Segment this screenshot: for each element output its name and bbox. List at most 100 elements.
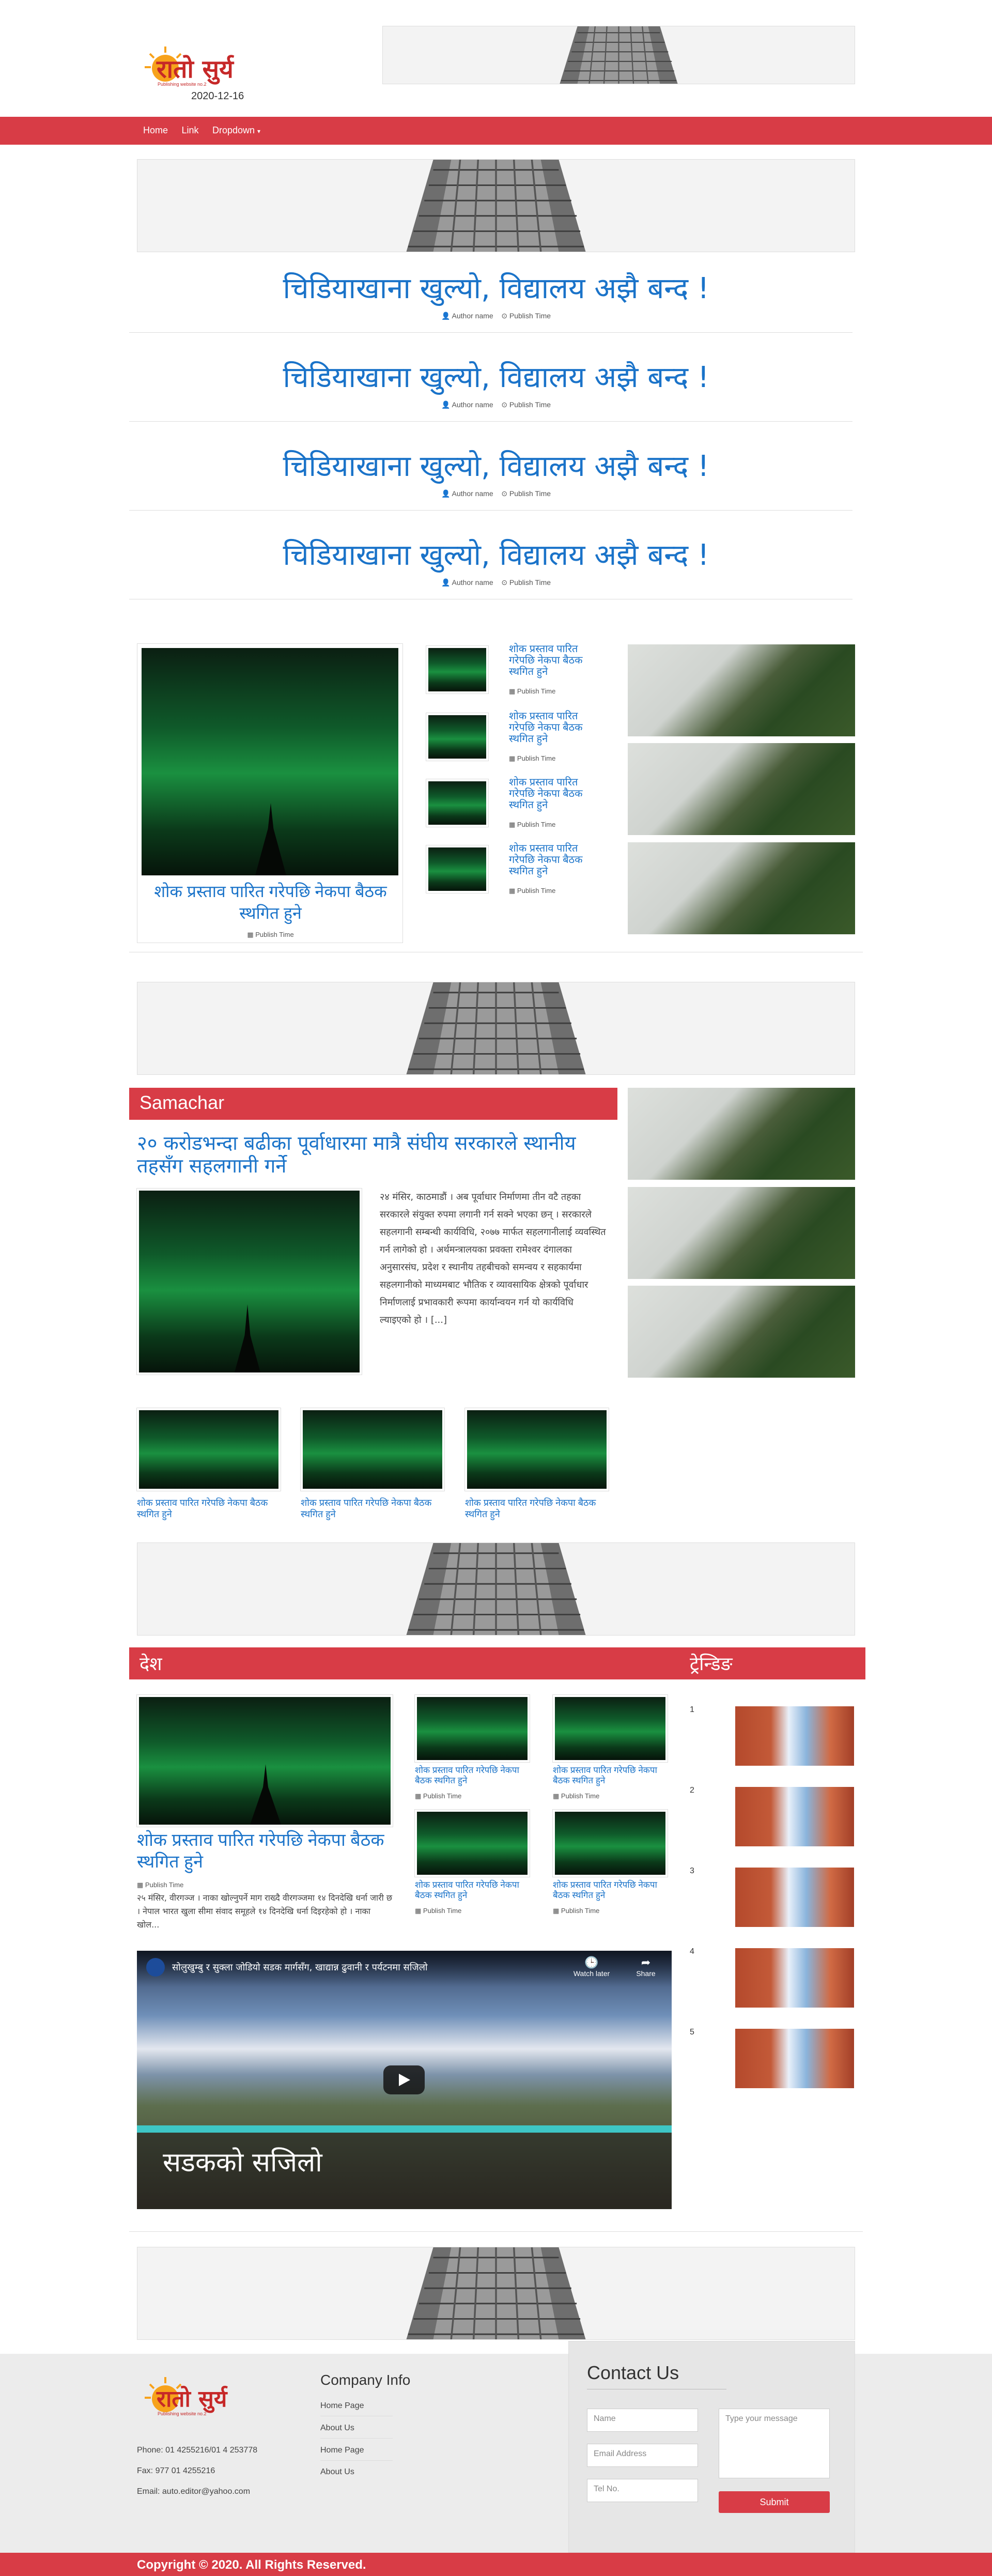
- card-title[interactable]: शोक प्रस्ताव पारित गरेपछि नेकपा बैठक स्थ…: [301, 1497, 444, 1520]
- watch-later-button[interactable]: 🕒 Watch later: [566, 1956, 617, 1978]
- footer-link[interactable]: Home Page: [320, 2401, 364, 2411]
- submit-button[interactable]: Submit: [719, 2491, 830, 2513]
- samachar-body: २४ मंसिर, काठमाडौं । अब पूर्वाधार निर्मा…: [380, 1192, 606, 1325]
- trending-thumb: [735, 1948, 854, 2008]
- site-logo[interactable]: रातो सुर्य Publishing website no.2: [137, 36, 261, 88]
- video-title[interactable]: सोलुखुम्बु र सुक्ला जोडियो सडक मार्गसँग,…: [172, 1961, 428, 1973]
- headline-meta: 👤 Author name ⊙ Publish Time: [0, 489, 992, 498]
- desh-lead[interactable]: शोक प्रस्ताव पारित गरेपछि नेकपा बैठक स्थ…: [136, 1694, 393, 1899]
- headline-title[interactable]: चिडियाखाना खुल्यो, विद्यालय अझै बन्द !: [0, 534, 992, 574]
- trending-list: 1 2 3 4 5: [690, 1700, 860, 2093]
- nav-home[interactable]: Home: [143, 125, 168, 135]
- side-news-title[interactable]: शोक प्रस्ताव पारित गरेपछि नेकपा बैठक स्थ…: [509, 643, 597, 677]
- card-thumb: [464, 1408, 609, 1491]
- channel-avatar[interactable]: [146, 1958, 165, 1977]
- divider: [320, 2438, 393, 2439]
- ad-image[interactable]: [628, 644, 855, 736]
- desh-grid-item[interactable]: शोक प्रस्ताव पारित गरेपछि नेकपा बैठक स्थ…: [414, 1694, 534, 1803]
- footer-logo[interactable]: रातो सुर्य Publishing website no.2: [137, 2367, 261, 2424]
- share-button[interactable]: ➦ Share: [628, 1956, 664, 1978]
- message-textarea[interactable]: Type your message: [719, 2409, 830, 2478]
- footer-link[interactable]: About Us: [320, 2467, 354, 2477]
- headline-title[interactable]: चिडियाखाना खुल्यो, विद्यालय अझै बन्द !: [0, 357, 992, 396]
- samachar-title[interactable]: २० करोडभन्दा बढीका पूर्वाधारमा मात्रै सं…: [137, 1132, 602, 1177]
- card-thumb: [300, 1408, 445, 1491]
- ad-banner-top[interactable]: [137, 159, 855, 252]
- ad-banner-lower[interactable]: [137, 1542, 855, 1636]
- tel-input[interactable]: Tel No.: [587, 2479, 698, 2502]
- card-title[interactable]: शोक प्रस्ताव पारित गरेपछि नेकपा बैठक स्थ…: [137, 1497, 281, 1520]
- grid-thumb: [414, 1694, 530, 1763]
- footer-link[interactable]: Home Page: [320, 2446, 364, 2455]
- card-title[interactable]: शोक प्रस्ताव पारित गरेपछि नेकपा बैठक स्थ…: [465, 1497, 609, 1520]
- play-button[interactable]: [383, 2065, 425, 2094]
- ad-image[interactable]: [628, 1187, 855, 1279]
- samachar-card[interactable]: शोक प्रस्ताव पारित गरेपछि नेकपा बैठक स्थ…: [136, 1408, 282, 1532]
- desh-grid-item[interactable]: शोक प्रस्ताव पारित गरेपछि नेकपा बैठक स्थ…: [552, 1694, 672, 1803]
- side-news-item[interactable]: शोक प्रस्ताव पारित गरेपछि नेकपा बैठक स्थ…: [424, 777, 599, 839]
- grid-time: ▦ Publish Time: [553, 1907, 600, 1915]
- play-icon: [399, 2074, 410, 2086]
- featured-card[interactable]: शोक प्रस्ताव पारित गरेपछि नेकपा बैठक स्थ…: [137, 643, 403, 943]
- ad-image[interactable]: [628, 1088, 855, 1180]
- email-input[interactable]: Email Address: [587, 2444, 698, 2467]
- samachar-image: [136, 1188, 362, 1375]
- headline-title[interactable]: चिडियाखाना खुल्यो, विद्यालय अझै बन्द !: [0, 268, 992, 307]
- nav-dropdown[interactable]: Dropdown ▾: [212, 125, 260, 135]
- nav-link[interactable]: Link: [181, 125, 198, 135]
- contact-title: Contact Us: [587, 2362, 679, 2383]
- grid-title[interactable]: शोक प्रस्ताव पारित गरेपछि नेकपा बैठक स्थ…: [415, 1880, 534, 1901]
- user-icon: 👤: [441, 400, 451, 409]
- trending-thumb: [735, 1868, 854, 1927]
- name-input[interactable]: Name: [587, 2409, 698, 2432]
- trending-item[interactable]: 1: [690, 1700, 860, 1766]
- author-name: Author name: [452, 578, 493, 587]
- featured-title[interactable]: शोक प्रस्ताव पारित गरेपछि नेकपा बैठक स्थ…: [143, 881, 398, 924]
- divider: [129, 421, 853, 422]
- grid-title[interactable]: शोक प्रस्ताव पारित गरेपछि नेकपा बैठक स्थ…: [553, 1765, 672, 1786]
- desh-lead-title[interactable]: शोक प्रस्ताव पारित गरेपछि नेकपा बैठक स्थ…: [137, 1829, 393, 1873]
- samachar-card[interactable]: शोक प्रस्ताव पारित गरेपछि नेकपा बैठक स्थ…: [300, 1408, 445, 1532]
- desh-grid-item[interactable]: शोक प्रस्ताव पारित गरेपछि नेकपा बैठक स्थ…: [552, 1809, 672, 1918]
- grid-title[interactable]: शोक प्रस्ताव पारित गरेपछि नेकपा बैठक स्थ…: [415, 1765, 534, 1786]
- video-player[interactable]: सोलुखुम्बु र सुक्ला जोडियो सडक मार्गसँग,…: [137, 1951, 672, 2209]
- ad-image[interactable]: [628, 743, 855, 835]
- samachar-card[interactable]: शोक प्रस्ताव पारित गरेपछि नेकपा बैठक स्थ…: [464, 1408, 610, 1532]
- side-news-item[interactable]: शोक प्रस्ताव पारित गरेपछि नेकपा बैठक स्थ…: [424, 643, 599, 705]
- calendar-icon: ▦: [509, 687, 516, 695]
- trending-rank: 5: [690, 2028, 694, 2037]
- section-header-samachar: Samachar: [129, 1088, 617, 1120]
- trending-rank: 3: [690, 1867, 694, 1875]
- share-icon: ➦: [641, 1956, 651, 1969]
- footer-link[interactable]: About Us: [320, 2424, 354, 2433]
- calendar-icon: ▦: [415, 1907, 422, 1915]
- ad-banner-bottom[interactable]: [137, 2247, 855, 2340]
- side-news-item[interactable]: शोक प्रस्ताव पारित गरेपछि नेकपा बैठक स्थ…: [424, 843, 599, 905]
- trending-thumb: [735, 1787, 854, 1846]
- trending-item[interactable]: 5: [690, 2023, 860, 2088]
- trending-item[interactable]: 4: [690, 1942, 860, 2008]
- clock-icon: 🕒: [584, 1956, 599, 1969]
- submit-label: Submit: [760, 2497, 789, 2507]
- ad-image[interactable]: [628, 842, 855, 934]
- side-news-title[interactable]: शोक प्रस्ताव पारित गरेपछि नेकपा बैठक स्थ…: [509, 843, 597, 877]
- footer-email[interactable]: Email: auto.editor@yahoo.com: [137, 2487, 250, 2496]
- desh-grid-item[interactable]: शोक प्रस्ताव पारित गरेपछि नेकपा बैठक स्थ…: [414, 1809, 534, 1918]
- ad-image[interactable]: [628, 1286, 855, 1378]
- trending-thumb: [735, 1706, 854, 1766]
- side-news-title[interactable]: शोक प्रस्ताव पारित गरेपछि नेकपा बैठक स्थ…: [509, 711, 597, 745]
- headline-title[interactable]: चिडियाखाना खुल्यो, विद्यालय अझै बन्द !: [0, 445, 992, 485]
- side-news-title[interactable]: शोक प्रस्ताव पारित गरेपछि नेकपा बैठक स्थ…: [509, 777, 597, 811]
- headline-meta: 👤 Author name ⊙ Publish Time: [0, 312, 992, 320]
- ad-banner-middle[interactable]: [137, 982, 855, 1075]
- logo-text: रातो सुर्य: [157, 2386, 227, 2412]
- header-ad-banner[interactable]: [382, 26, 855, 84]
- grid-title[interactable]: शोक प्रस्ताव पारित गरेपछि नेकपा बैठक स्थ…: [553, 1880, 672, 1901]
- side-news-item[interactable]: शोक प्रस्ताव पारित गरेपछि नेकपा बैठक स्थ…: [424, 711, 599, 773]
- side-news-thumb: [426, 645, 489, 694]
- trending-item[interactable]: 3: [690, 1861, 860, 1927]
- logo-text: रातो सुर्य: [157, 55, 234, 84]
- trending-item[interactable]: 2: [690, 1781, 860, 1846]
- copyright-bar: Copyright © 2020. All Rights Reserved.: [0, 2553, 992, 2576]
- author-name: Author name: [452, 400, 493, 409]
